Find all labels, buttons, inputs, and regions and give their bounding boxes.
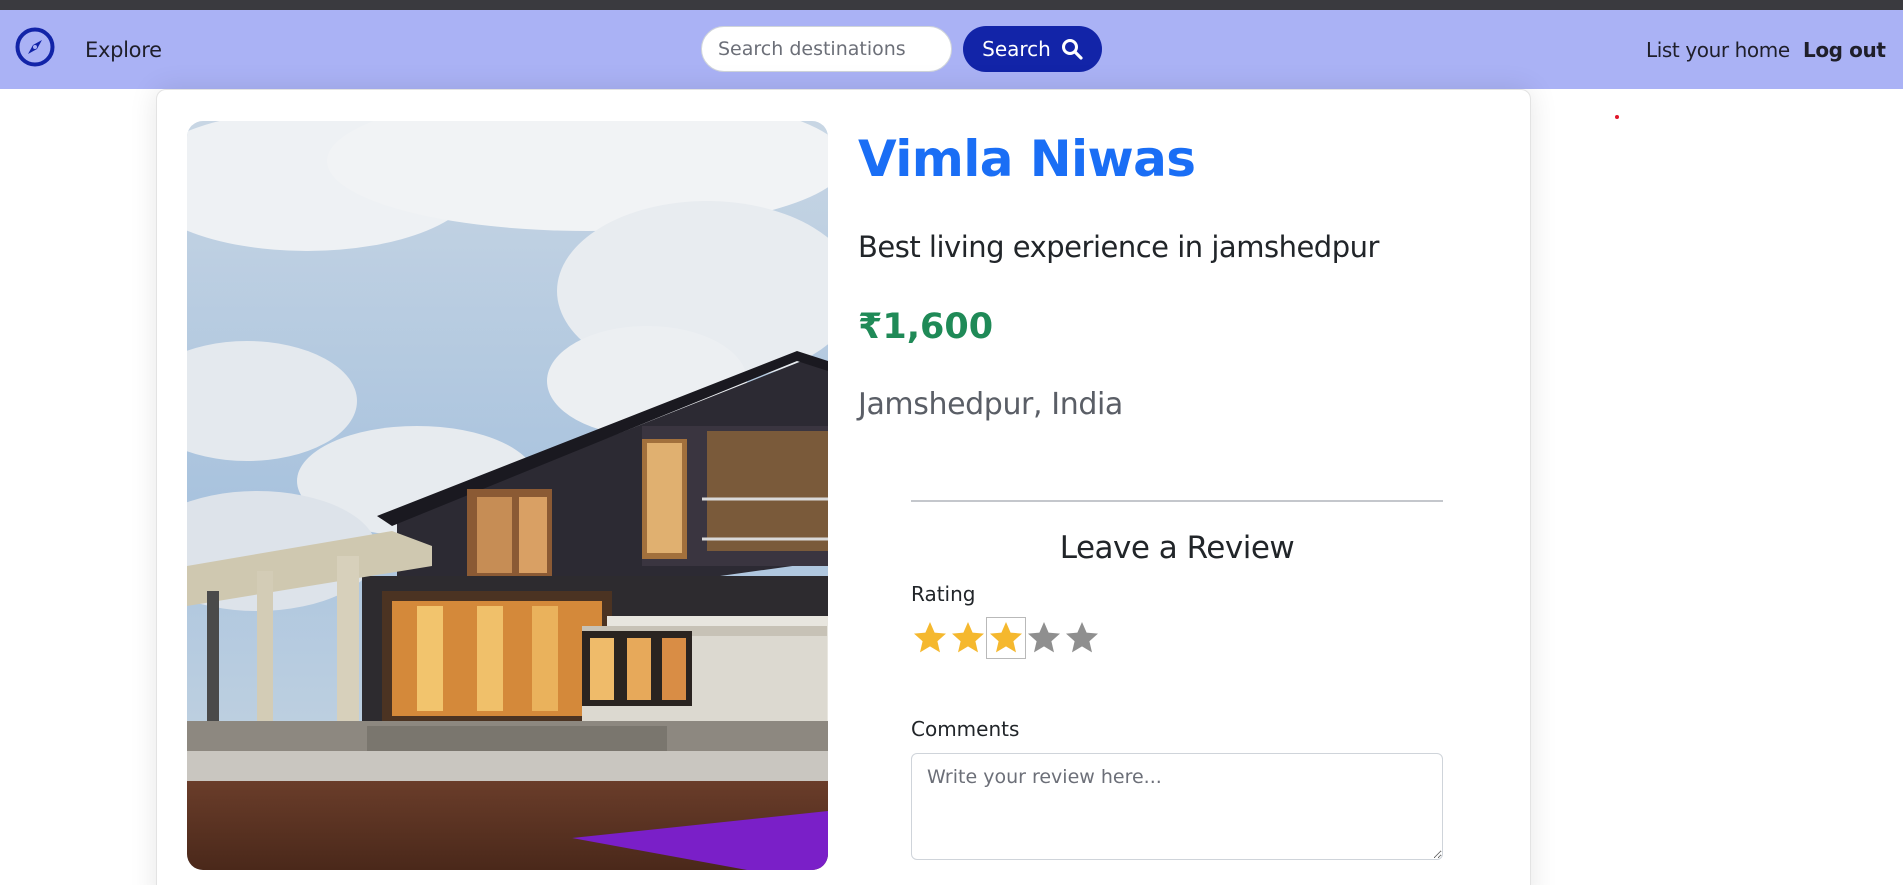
search-button-label: Search	[982, 37, 1051, 61]
magnifier-icon	[1061, 38, 1083, 60]
review-heading: Leave a Review	[1059, 530, 1295, 566]
star-rating[interactable]	[911, 617, 1101, 659]
comments-textarea[interactable]	[911, 753, 1443, 860]
navbar: Explore Search List your home Log out	[0, 10, 1903, 89]
star-icon[interactable]	[949, 618, 987, 658]
rating-label: Rating	[911, 582, 976, 606]
star-icon[interactable]	[1063, 618, 1101, 658]
nav-explore-link[interactable]: Explore	[85, 38, 162, 62]
comments-label: Comments	[911, 717, 1020, 741]
compass-icon[interactable]	[15, 27, 55, 67]
search-button[interactable]: Search	[963, 26, 1102, 72]
star-icon[interactable]	[986, 617, 1026, 659]
nav-logout-link[interactable]: Log out	[1803, 38, 1886, 62]
listing-price: ₹1,600	[858, 307, 994, 347]
listing-location: Jamshedpur, India	[858, 387, 1123, 422]
listing-description: Best living experience in jamshedpur	[858, 230, 1379, 264]
star-icon[interactable]	[1025, 618, 1063, 658]
listing-title: Vimla Niwas	[858, 130, 1196, 188]
cursor-dot	[1615, 115, 1619, 119]
search-input[interactable]	[701, 26, 952, 72]
listing-photo	[187, 121, 828, 870]
browser-top-strip	[0, 0, 1903, 10]
nav-list-your-home-link[interactable]: List your home	[1646, 38, 1790, 62]
review-divider	[911, 500, 1443, 502]
star-icon[interactable]	[911, 618, 949, 658]
